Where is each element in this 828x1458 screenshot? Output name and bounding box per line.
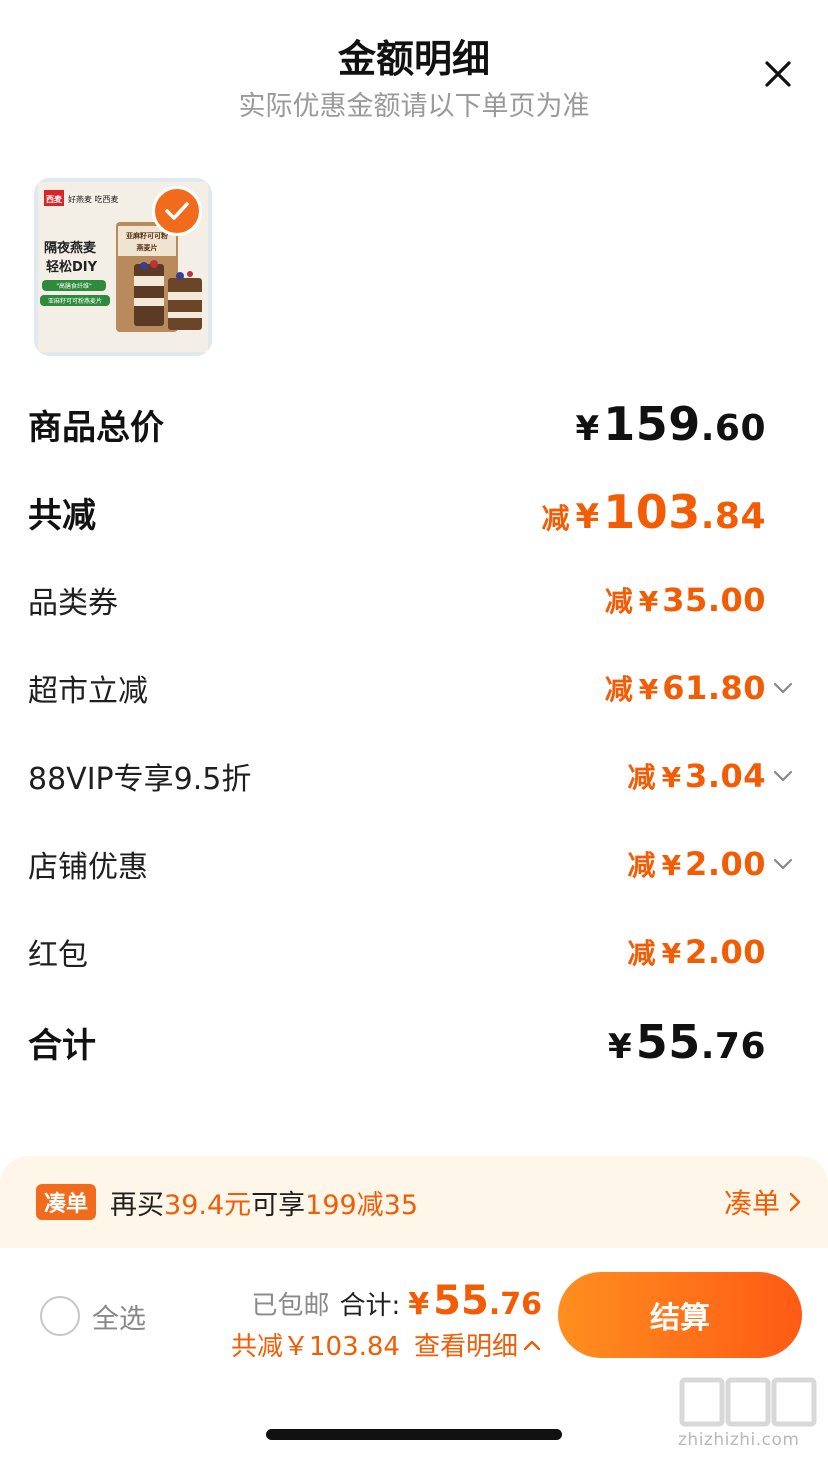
promo-highlight-amount: 39.4元 — [164, 1189, 252, 1221]
footer-total-integer: 55 — [433, 1278, 489, 1324]
expand-toggle[interactable] — [768, 668, 798, 708]
discount-label: 超市立减 — [28, 674, 148, 709]
select-all-radio[interactable] — [40, 1296, 80, 1336]
discount-currency: ¥ — [638, 673, 659, 706]
discount-row-supermarket[interactable]: 超市立减 减 ¥ 61.80 — [28, 658, 798, 718]
discount-label: 88VIP专享9.5折 — [28, 762, 252, 797]
expand-toggle[interactable] — [768, 844, 798, 884]
subtotal-row: 商品总价 ¥ 159 .60 — [28, 394, 798, 454]
grand-total-integer: 55 — [635, 1015, 701, 1069]
total-discount-decimal: .84 — [700, 496, 766, 537]
discount-row-red-packet: 红包 减 ¥ 2.00 — [28, 922, 798, 982]
discount-amount: 2.00 — [685, 933, 766, 971]
discount-currency: ¥ — [638, 585, 659, 618]
subtotal-currency: ¥ — [575, 409, 600, 449]
bundle-link[interactable]: 凑单 — [724, 1182, 804, 1222]
discount-amount: 2.00 — [685, 845, 766, 883]
total-discount-label: 共减 — [28, 495, 96, 536]
discount-amount: 35.00 — [662, 581, 766, 619]
discount-label: 店铺优惠 — [28, 850, 148, 885]
discount-prefix: 减 — [604, 585, 633, 618]
view-detail-link[interactable]: 查看明细 — [414, 1326, 542, 1363]
discount-label: 红包 — [28, 938, 88, 973]
chevron-down-icon — [773, 858, 793, 870]
headline-1: 隔夜燕麦 — [44, 240, 97, 256]
subtotal-integer: 159 — [603, 397, 701, 451]
total-discount-row: 共减 减 ¥ 103 .84 — [28, 482, 798, 542]
close-button[interactable] — [758, 54, 798, 94]
chevron-right-icon — [789, 1192, 801, 1212]
sheet-title: 金额明细 — [337, 37, 490, 81]
checkout-button[interactable]: 结算 — [558, 1272, 802, 1358]
grand-total-decimal: .76 — [700, 1026, 766, 1067]
discount-currency: ¥ — [661, 849, 682, 882]
promo-tag: 凑单 — [36, 1184, 97, 1220]
grand-total-label: 合计 — [28, 1025, 96, 1066]
discount-amount: 61.80 — [662, 669, 766, 707]
chip-1: "高膳食纤维" — [56, 282, 92, 290]
grand-total-row: 合计 ¥ 55 .76 — [28, 1012, 798, 1072]
discount-amount: 3.04 — [685, 757, 766, 795]
headline-2: 轻松DIY — [46, 259, 98, 275]
footer-saved-text: 共减￥103.84 — [231, 1332, 400, 1362]
checkmark-icon — [165, 202, 189, 220]
tagline-text: 好燕麦 吃西麦 — [68, 194, 119, 204]
home-indicator — [266, 1429, 562, 1440]
discount-row-88vip[interactable]: 88VIP专享9.5折 减 ¥ 3.04 — [28, 746, 798, 806]
discount-label: 品类券 — [28, 586, 118, 621]
footer-total-decimal: .76 — [488, 1287, 542, 1322]
promo-highlight-offer: 199减35 — [305, 1189, 419, 1221]
total-discount-prefix: 减 — [541, 502, 570, 535]
grand-total-currency: ¥ — [608, 1027, 632, 1067]
discount-currency: ¥ — [661, 937, 682, 970]
checkout-bar: 全选 已包邮 合计: ¥ 55 .76 共减￥103.84 查看明细 结算 — [0, 1248, 828, 1388]
chip-2: 亚麻籽可可粉燕麦片 — [48, 297, 102, 305]
footer-total-currency: ¥ — [408, 1287, 430, 1322]
bundle-promo-bar: 凑单 再买39.4元可享199减35 凑单 — [0, 1156, 828, 1248]
selected-badge — [152, 186, 202, 236]
brand-text: 西麦 — [46, 194, 63, 204]
amount-detail-sheet: 金额明细 实际优惠金额请以下单页为准 西麦 好燕麦 吃西麦 隔夜燕麦 轻松DIY… — [0, 0, 828, 1458]
discount-currency: ¥ — [661, 761, 682, 794]
discount-prefix: 减 — [627, 849, 656, 882]
promo-text-2: 可享 — [251, 1189, 306, 1221]
watermark-text: zhizhizhi.com — [678, 1430, 800, 1450]
footer-total-label: 合计: — [339, 1291, 401, 1321]
chevron-down-icon — [773, 682, 793, 694]
subtotal-label: 商品总价 — [28, 407, 164, 448]
footer-saved: 共减￥103.84 查看明细 — [231, 1326, 542, 1363]
view-detail-label: 查看明细 — [413, 1332, 518, 1362]
bag-title-2: 燕麦片 — [137, 243, 158, 252]
free-shipping-label: 已包邮 — [251, 1291, 330, 1321]
total-discount-integer: 103 — [603, 485, 701, 539]
bundle-link-label: 凑单 — [723, 1187, 780, 1220]
footer-total: 已包邮 合计: ¥ 55 .76 — [252, 1278, 542, 1324]
select-all-toggle[interactable]: 全选 — [40, 1296, 146, 1336]
promo-text-1: 再买 — [110, 1189, 165, 1221]
discount-prefix: 减 — [627, 761, 656, 794]
discount-prefix: 减 — [627, 937, 656, 970]
total-discount-currency: ¥ — [575, 497, 600, 537]
promo-text: 再买39.4元可享199减35 — [110, 1183, 724, 1222]
sheet-subtitle: 实际优惠金额请以下单页为准 — [238, 91, 590, 122]
subtotal-decimal: .60 — [700, 408, 766, 449]
discount-prefix: 减 — [604, 673, 633, 706]
chevron-up-icon — [523, 1340, 541, 1350]
discount-row-shop[interactable]: 店铺优惠 减 ¥ 2.00 — [28, 834, 798, 894]
discount-row-category-coupon: 品类券 减 ¥ 35.00 — [28, 570, 798, 630]
close-icon — [765, 61, 791, 87]
select-all-label: 全选 — [92, 1303, 146, 1335]
expand-toggle[interactable] — [768, 756, 798, 796]
chevron-down-icon — [773, 770, 793, 782]
